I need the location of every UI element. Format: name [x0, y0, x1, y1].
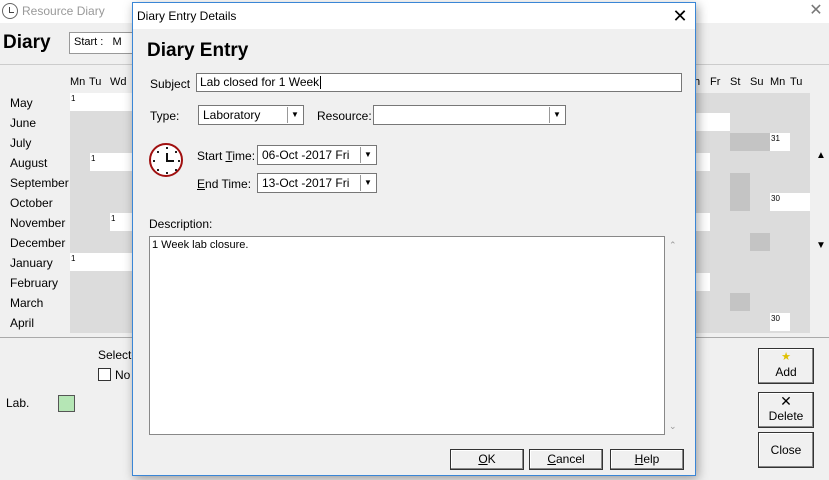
- type-value: Laboratory: [203, 108, 261, 122]
- month-label: November: [10, 216, 66, 230]
- calendar-cell[interactable]: [730, 173, 750, 211]
- month-label: August: [10, 156, 48, 170]
- clock-app-icon: [2, 3, 18, 19]
- delete-button[interactable]: ✕ Delete: [758, 392, 814, 428]
- subject-label: Subject: [150, 77, 191, 91]
- month-label: June: [10, 116, 37, 130]
- legend-color-swatch[interactable]: [58, 395, 75, 412]
- subject-input[interactable]: Lab closed for 1 Week: [196, 73, 682, 92]
- clock-icon: [149, 143, 183, 177]
- day-number: 1: [71, 94, 76, 103]
- calendar-cell[interactable]: [696, 113, 730, 131]
- scroll-up-icon[interactable]: ⌃: [669, 240, 677, 251]
- start-value: M: [112, 36, 122, 48]
- chevron-down-icon[interactable]: ▼: [360, 175, 375, 191]
- calendar-scrollbar[interactable]: [811, 80, 829, 338]
- calendar-cell[interactable]: [696, 213, 710, 231]
- calendar-cell[interactable]: [696, 273, 710, 291]
- calendar-cell[interactable]: [696, 153, 710, 171]
- resource-select[interactable]: ▼: [373, 105, 566, 125]
- resource-label: Resource:: [317, 109, 372, 123]
- month-label: September: [10, 176, 69, 190]
- start-date-field[interactable]: Start : M: [69, 32, 135, 54]
- day-number: 1: [71, 254, 76, 263]
- start-time-label: Start Time:: [197, 149, 256, 163]
- start-time-value: 06-Oct -2017 Fri: [262, 148, 350, 162]
- day-header: Tu: [89, 76, 102, 88]
- type-label: Type:: [150, 109, 180, 123]
- no-checkbox[interactable]: [98, 368, 111, 381]
- description-textarea[interactable]: 1 Week lab closure.: [149, 236, 665, 435]
- day-number: 1: [91, 154, 96, 163]
- star-icon: ★: [781, 351, 791, 363]
- description-label: Description:: [149, 217, 213, 231]
- background-window-title: Resource Diary: [22, 4, 105, 18]
- calendar-cell[interactable]: [70, 93, 132, 111]
- month-label: October: [10, 196, 53, 210]
- add-button[interactable]: ★ Add: [758, 348, 814, 384]
- subject-value: Lab closed for 1 Week: [200, 75, 320, 89]
- month-label: January: [10, 256, 53, 270]
- month-label: February: [10, 276, 59, 290]
- day-header: Su: [750, 76, 764, 88]
- dialog-title: Diary Entry Details: [137, 9, 237, 23]
- chevron-down-icon[interactable]: ▼: [549, 107, 564, 123]
- chevron-down-icon[interactable]: ▼: [287, 107, 302, 123]
- day-header: St: [730, 76, 741, 88]
- month-label: March: [10, 296, 44, 310]
- month-label: April: [10, 316, 35, 330]
- day-number: 30: [771, 314, 780, 323]
- start-label: Start :: [74, 36, 104, 48]
- month-label: December: [10, 236, 66, 250]
- close-button[interactable]: Close: [758, 432, 814, 468]
- calendar-cell[interactable]: [730, 133, 770, 151]
- day-number: 1: [111, 214, 116, 223]
- day-header: Mn: [70, 76, 86, 88]
- month-label: May: [10, 96, 33, 110]
- type-select[interactable]: Laboratory ▼: [198, 105, 304, 125]
- no-checkbox-label: No: [115, 368, 131, 382]
- calendar-cell[interactable]: [750, 233, 770, 251]
- calendar-cell[interactable]: [70, 253, 132, 271]
- close-button-label: Close: [770, 443, 802, 457]
- end-time-label: End Time:: [197, 177, 252, 191]
- calendar-cell[interactable]: [90, 153, 132, 171]
- delete-x-icon: ✕: [780, 393, 792, 409]
- scroll-down-icon[interactable]: ⌄: [669, 421, 677, 432]
- description-value: 1 Week lab closure.: [152, 239, 249, 251]
- diary-heading: Diary: [3, 32, 51, 53]
- diary-entry-dialog: Diary Entry Details ✕ Diary Entry Subjec…: [132, 2, 696, 476]
- day-number: 30: [771, 194, 780, 203]
- dialog-title-bar: Diary Entry Details ✕: [133, 3, 695, 29]
- day-header: Tu: [790, 76, 803, 88]
- chevron-down-icon[interactable]: ▼: [360, 147, 375, 163]
- cancel-button[interactable]: Cancel: [529, 449, 603, 470]
- delete-button-label: Delete: [768, 409, 804, 423]
- ok-button[interactable]: OK: [450, 449, 524, 470]
- day-header: Wd: [110, 76, 127, 88]
- end-time-value: 13-Oct -2017 Fri: [262, 176, 350, 190]
- scroll-down-icon[interactable]: ▼: [816, 240, 826, 251]
- dialog-close-icon[interactable]: ✕: [669, 5, 691, 27]
- end-time-picker[interactable]: 13-Oct -2017 Fri ▼: [257, 173, 377, 193]
- text-caret: [320, 76, 322, 90]
- day-header: Mn: [770, 76, 786, 88]
- background-close-icon[interactable]: ✕: [806, 1, 826, 21]
- day-number: 31: [771, 134, 780, 143]
- day-header: Fr: [710, 76, 721, 88]
- help-button[interactable]: Help: [610, 449, 684, 470]
- legend-label: Lab.: [6, 396, 30, 410]
- add-button-label: Add: [775, 365, 797, 379]
- scroll-up-icon[interactable]: ▲: [816, 150, 826, 161]
- calendar-cell[interactable]: [730, 293, 750, 311]
- dialog-heading: Diary Entry: [147, 40, 249, 61]
- month-label: July: [10, 136, 32, 150]
- start-time-picker[interactable]: 06-Oct -2017 Fri ▼: [257, 145, 377, 165]
